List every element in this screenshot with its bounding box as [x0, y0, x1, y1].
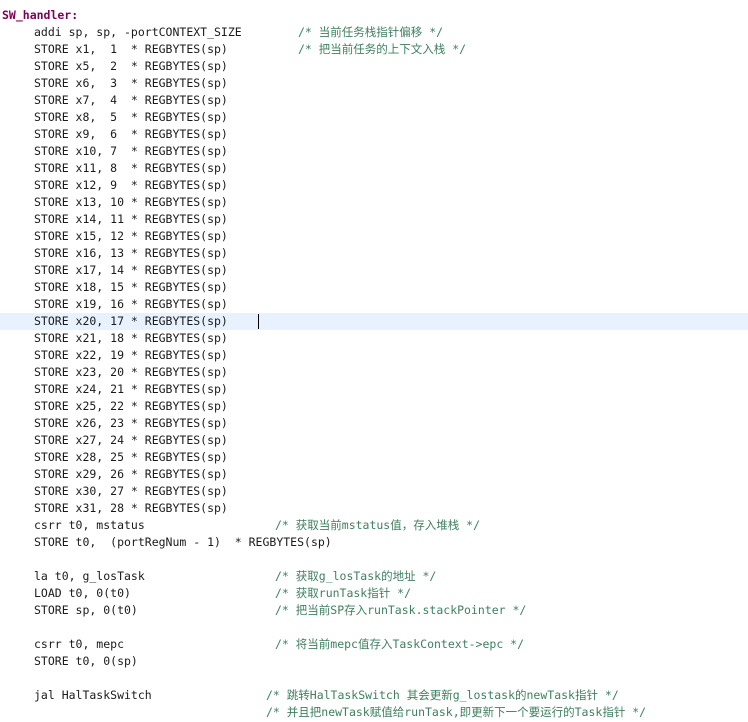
- code-text: STORE x7, 4 * REGBYTES(sp): [34, 93, 228, 107]
- code-text: STORE x17, 14 * REGBYTES(sp): [34, 263, 228, 277]
- code-comment: /* 并且把newTask赋值给runTask,即更新下一个要运行的Task指针…: [266, 705, 647, 719]
- code-comment: /* 获取runTask指针 */: [275, 586, 412, 600]
- code-text: STORE x20, 17 * REGBYTES(sp): [34, 314, 228, 328]
- code-comment: /* 将当前mepc值存入TaskContext->epc */: [275, 637, 525, 651]
- code-line[interactable]: la t0, g_losTask /* 获取g_losTask的地址 */: [0, 568, 748, 585]
- code-text: STORE x16, 13 * REGBYTES(sp): [34, 246, 228, 260]
- code-line-label: SW_handler:: [0, 7, 748, 24]
- code-text: jal HalTaskSwitch: [34, 688, 152, 702]
- code-line[interactable]: STORE x6, 3 * REGBYTES(sp): [0, 75, 748, 92]
- code-line[interactable]: STORE x8, 5 * REGBYTES(sp): [0, 109, 748, 126]
- code-line[interactable]: STORE x17, 14 * REGBYTES(sp): [0, 262, 748, 279]
- code-line[interactable]: STORE x7, 4 * REGBYTES(sp): [0, 92, 748, 109]
- code-text: STORE x1, 1 * REGBYTES(sp): [34, 42, 228, 56]
- code-text: STORE x24, 21 * REGBYTES(sp): [34, 382, 228, 396]
- code-text: STORE x23, 20 * REGBYTES(sp): [34, 365, 228, 379]
- code-comment: /* 当前任务栈指针偏移 */: [298, 25, 444, 39]
- code-line[interactable]: /* 并且把newTask赋值给runTask,即更新下一个要运行的Task指针…: [0, 704, 748, 721]
- code-editor[interactable]: SW_handler: addi sp, sp, -portCONTEXT_SI…: [0, 0, 748, 722]
- code-text: csrr t0, mstatus: [34, 518, 145, 532]
- code-text: addi sp, sp, -portCONTEXT_SIZE: [34, 25, 242, 39]
- code-line[interactable]: STORE x25, 22 * REGBYTES(sp): [0, 398, 748, 415]
- code-text: la t0, g_losTask: [34, 569, 145, 583]
- code-line[interactable]: STORE x12, 9 * REGBYTES(sp): [0, 177, 748, 194]
- code-text: STORE x19, 16 * REGBYTES(sp): [34, 297, 228, 311]
- code-text: STORE t0, (portRegNum - 1) * REGBYTES(sp…: [34, 535, 332, 549]
- code-text: STORE x5, 2 * REGBYTES(sp): [34, 59, 228, 73]
- code-comment: /* 获取g_losTask的地址 */: [275, 569, 437, 583]
- code-text: STORE sp, 0(t0): [34, 603, 138, 617]
- code-text: STORE x27, 24 * REGBYTES(sp): [34, 433, 228, 447]
- code-comment: /* 把当前SP存入runTask.stackPointer */: [275, 603, 527, 617]
- code-line[interactable]: STORE x16, 13 * REGBYTES(sp): [0, 245, 748, 262]
- code-text: STORE x22, 19 * REGBYTES(sp): [34, 348, 228, 362]
- routine-label: SW_handler:: [2, 8, 79, 22]
- code-line[interactable]: STORE x14, 11 * REGBYTES(sp): [0, 211, 748, 228]
- code-text: STORE x29, 26 * REGBYTES(sp): [34, 467, 228, 481]
- code-line[interactable]: STORE x24, 21 * REGBYTES(sp): [0, 381, 748, 398]
- code-line[interactable]: STORE x9, 6 * REGBYTES(sp): [0, 126, 748, 143]
- code-line[interactable]: STORE x11, 8 * REGBYTES(sp): [0, 160, 748, 177]
- code-line[interactable]: addi sp, sp, -portCONTEXT_SIZE /* 当前任务栈指针…: [0, 24, 748, 41]
- code-text: STORE x15, 12 * REGBYTES(sp): [34, 229, 228, 243]
- code-text: STORE x10, 7 * REGBYTES(sp): [34, 144, 228, 158]
- code-line[interactable]: STORE x27, 24 * REGBYTES(sp): [0, 432, 748, 449]
- code-line[interactable]: STORE t0, 0(sp): [0, 653, 748, 670]
- code-text: STORE x11, 8 * REGBYTES(sp): [34, 161, 228, 175]
- code-text: STORE x18, 15 * REGBYTES(sp): [34, 280, 228, 294]
- code-line[interactable]: STORE x29, 26 * REGBYTES(sp): [0, 466, 748, 483]
- code-text: STORE x26, 23 * REGBYTES(sp): [34, 416, 228, 430]
- code-line[interactable]: STORE x28, 25 * REGBYTES(sp): [0, 449, 748, 466]
- code-text: STORE x9, 6 * REGBYTES(sp): [34, 127, 228, 141]
- code-line[interactable]: jal HalTaskSwitch /* 跳转HalTaskSwitch 其会更新…: [0, 687, 748, 704]
- code-text: csrr t0, mepc: [34, 637, 125, 651]
- code-text: LOAD t0, 0(t0): [34, 586, 131, 600]
- code-text: STORE x30, 27 * REGBYTES(sp): [34, 484, 228, 498]
- code-line[interactable]: STORE sp, 0(t0) /* 把当前SP存入runTask.stackPo…: [0, 602, 748, 619]
- code-line[interactable]: csrr t0, mstatus /* 获取当前mstatus值，存入堆栈 */: [0, 517, 748, 534]
- code-line[interactable]: STORE x23, 20 * REGBYTES(sp): [0, 364, 748, 381]
- code-text: STORE t0, 0(sp): [34, 654, 138, 668]
- code-line[interactable]: STORE x13, 10 * REGBYTES(sp): [0, 194, 748, 211]
- code-comment: /* 跳转HalTaskSwitch 其会更新g_lostask的newTask…: [266, 688, 619, 702]
- code-text: STORE x28, 25 * REGBYTES(sp): [34, 450, 228, 464]
- code-line[interactable]: STORE x26, 23 * REGBYTES(sp): [0, 415, 748, 432]
- code-line[interactable]: STORE x15, 12 * REGBYTES(sp): [0, 228, 748, 245]
- code-text: STORE x13, 10 * REGBYTES(sp): [34, 195, 228, 209]
- code-text: STORE x8, 5 * REGBYTES(sp): [34, 110, 228, 124]
- code-line[interactable]: STORE t0, (portRegNum - 1) * REGBYTES(sp…: [0, 534, 748, 551]
- code-comment: /* 获取当前mstatus值，存入堆栈 */: [275, 518, 481, 532]
- code-text: STORE x25, 22 * REGBYTES(sp): [34, 399, 228, 413]
- code-line[interactable]: STORE x5, 2 * REGBYTES(sp): [0, 58, 748, 75]
- code-line[interactable]: [0, 619, 748, 636]
- code-line[interactable]: [0, 551, 748, 568]
- code-line[interactable]: LOAD t0, 0(t0) /* 获取runTask指针 */: [0, 585, 748, 602]
- code-comment: /* 把当前任务的上下文入栈 */: [298, 42, 467, 56]
- code-line[interactable]: [0, 670, 748, 687]
- code-line[interactable]: STORE x10, 7 * REGBYTES(sp): [0, 143, 748, 160]
- code-line[interactable]: csrr t0, mepc /* 将当前mepc值存入TaskContext->e…: [0, 636, 748, 653]
- code-line[interactable]: STORE x21, 18 * REGBYTES(sp): [0, 330, 748, 347]
- code-text: STORE x31, 28 * REGBYTES(sp): [34, 501, 228, 515]
- code-line[interactable]: STORE x19, 16 * REGBYTES(sp): [0, 296, 748, 313]
- code-text: STORE x6, 3 * REGBYTES(sp): [34, 76, 228, 90]
- code-line[interactable]: STORE x22, 19 * REGBYTES(sp): [0, 347, 748, 364]
- code-text: STORE x12, 9 * REGBYTES(sp): [34, 178, 228, 192]
- text-caret: [258, 314, 259, 329]
- code-line[interactable]: STORE x30, 27 * REGBYTES(sp): [0, 483, 748, 500]
- code-text: STORE x14, 11 * REGBYTES(sp): [34, 212, 228, 226]
- code-line[interactable]: STORE x1, 1 * REGBYTES(sp) /* 把当前任务的上下文入栈…: [0, 41, 748, 58]
- code-line[interactable]: STORE x20, 17 * REGBYTES(sp): [0, 313, 748, 330]
- code-text: STORE x21, 18 * REGBYTES(sp): [34, 331, 228, 345]
- code-line[interactable]: STORE x18, 15 * REGBYTES(sp): [0, 279, 748, 296]
- code-line[interactable]: STORE x31, 28 * REGBYTES(sp): [0, 500, 748, 517]
